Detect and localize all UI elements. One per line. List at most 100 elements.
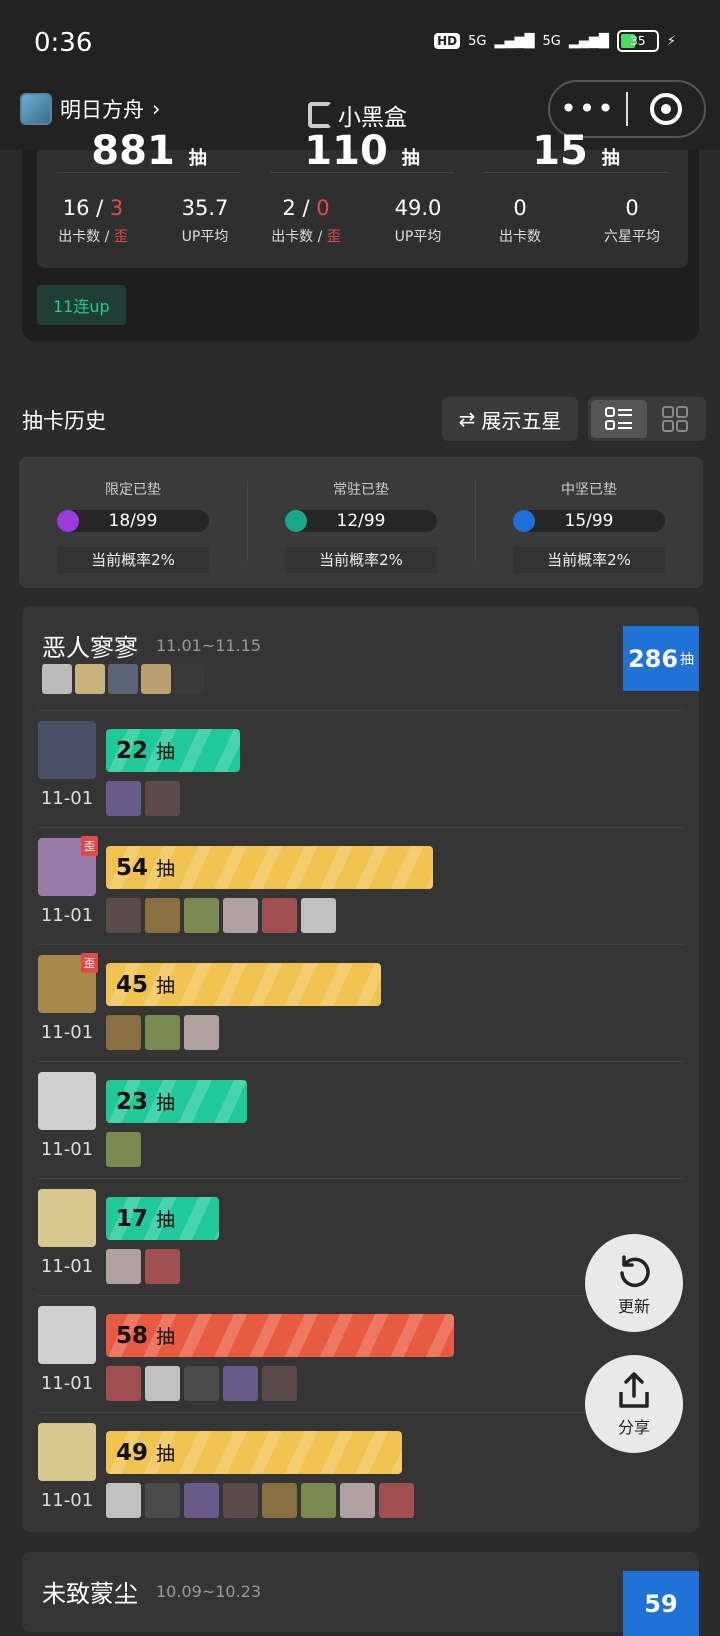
show-five-star-button[interactable]: ⇄ 展示五星: [442, 397, 578, 441]
refresh-icon: [620, 1255, 650, 1288]
operator-avatar: 歪: [38, 953, 98, 1013]
operator-avatar: [145, 781, 180, 816]
operator-avatar: [145, 898, 180, 933]
operator-avatar: [106, 781, 141, 816]
pull-row[interactable]: 11-01 22 抽: [38, 710, 683, 827]
tag-11-up[interactable]: 11连up: [37, 285, 126, 325]
pull-row[interactable]: 11-01 49 抽: [38, 1412, 683, 1529]
grid-view-icon[interactable]: [647, 400, 703, 438]
app-switcher[interactable]: 明日方舟 ›: [20, 93, 160, 125]
pull-row[interactable]: 歪 11-01 45 抽: [38, 944, 683, 1061]
more-icon[interactable]: •••: [550, 95, 626, 123]
pull-count-bar: 17 抽: [106, 1197, 219, 1240]
pull-count-bar: 22 抽: [106, 729, 240, 772]
operator-avatar: [184, 1366, 219, 1401]
five-star-list: [106, 1249, 180, 1284]
view-toggle: [588, 397, 706, 441]
banner-date: 10.09~10.23: [156, 1582, 262, 1601]
banner-card-2[interactable]: 未致蒙尘 10.09~10.23 59: [22, 1552, 699, 1636]
operator-avatar: [106, 1483, 141, 1518]
signal-icon-2: ▂▄▆█: [568, 33, 609, 49]
operator-avatar: [106, 1366, 141, 1401]
app-name: 明日方舟: [60, 98, 144, 122]
refresh-button[interactable]: 更新: [585, 1234, 683, 1332]
banner-name: 恶人寥寥: [42, 634, 138, 662]
stat-cards: 2 / 0 出卡数 / 歪: [271, 196, 341, 245]
share-button[interactable]: 分享: [585, 1355, 683, 1453]
operator-avatar: [38, 1423, 96, 1481]
off-banner-badge: 歪: [81, 953, 98, 973]
operator-avatar: [223, 1483, 258, 1518]
pull-count-bar: 54 抽: [106, 846, 433, 889]
banner-name: 未致蒙尘: [42, 1580, 138, 1608]
off-banner-badge: 歪: [81, 836, 98, 856]
five-star-list: [106, 781, 180, 816]
stat-avg: 49.0 UP平均: [394, 196, 442, 245]
status-bar: 0:36 HD 5G ▂▄▆█ 5G ▂▄▆█ 35 ⚡: [0, 0, 720, 80]
operator-avatar: [75, 664, 105, 694]
history-title: 抽卡历史: [22, 409, 106, 433]
five-star-list: [106, 898, 336, 933]
banner-total-badge: 286 抽: [623, 626, 699, 691]
pull-date: 11-01: [40, 905, 94, 926]
brand-logo-icon: [308, 102, 332, 128]
stat-total: 110 抽: [304, 128, 420, 174]
operator-avatar: [106, 1132, 141, 1167]
operator-avatar: [145, 1015, 180, 1050]
five-star-list: [106, 1015, 219, 1050]
hd-icon: HD: [434, 33, 461, 49]
operator-avatar: [145, 1483, 180, 1518]
stat-total: 881 抽: [91, 128, 207, 174]
operator-avatar: [262, 1366, 297, 1401]
stat-standard: 110 抽 2 / 0 出卡数 / 歪 49.0 UP平均: [250, 128, 474, 268]
banner-operators: [42, 664, 204, 694]
stat-avg: 35.7 UP平均: [181, 196, 229, 245]
operator-avatar: [184, 898, 219, 933]
chevron-right-icon: ›: [152, 97, 161, 121]
operator-avatar: [174, 664, 204, 694]
pull-date: 11-01: [40, 1022, 94, 1043]
pull-count-bar: 45 抽: [106, 963, 381, 1006]
charging-icon: ⚡: [666, 33, 676, 49]
banner-total-badge: 59: [623, 1571, 699, 1636]
swap-icon: ⇄: [458, 407, 476, 431]
operator-avatar: [38, 1306, 96, 1364]
pull-row[interactable]: 11-01 23 抽: [38, 1061, 683, 1178]
pull-count-bar: 58 抽: [106, 1314, 454, 1357]
pity-core: 中坚已垫 15/99 当前概率2%: [475, 457, 703, 588]
brand-title: 小黑盒: [308, 98, 407, 132]
pity-standard: 常驻已垫 12/99 当前概率2%: [247, 457, 475, 588]
operator-avatar: [38, 1189, 96, 1247]
network-5g-label: 5G: [468, 33, 487, 49]
signal-icon: ▂▄▆█: [494, 33, 535, 49]
clock: 0:36: [34, 28, 93, 58]
operator-avatar: [223, 898, 258, 933]
five-star-list: [106, 1483, 414, 1518]
operator-avatar: [106, 1249, 141, 1284]
status-icons: HD 5G ▂▄▆█ 5G ▂▄▆█ 35 ⚡: [434, 30, 676, 52]
pull-row[interactable]: 歪 11-01 54 抽: [38, 827, 683, 944]
pull-date: 11-01: [40, 1139, 94, 1160]
operator-avatar: [106, 1015, 141, 1050]
battery-icon: 35: [616, 30, 659, 52]
stat-limited: 881 抽 16 / 3 出卡数 / 歪 35.7 UP平均: [37, 128, 261, 268]
network-5g-label-2: 5G: [542, 33, 561, 49]
stat-avg: 0 六星平均: [604, 196, 660, 245]
stat-core: 15 抽 0 出卡数 0 六星平均: [464, 128, 688, 268]
share-icon: [619, 1372, 649, 1408]
operator-avatar: [379, 1483, 414, 1518]
close-miniapp-icon[interactable]: [628, 93, 704, 125]
app-logo-icon: [20, 93, 52, 125]
list-view-icon[interactable]: [591, 400, 647, 438]
operator-avatar: [141, 664, 171, 694]
operator-avatar: [38, 721, 96, 779]
operator-avatar: [262, 1483, 297, 1518]
operator-avatar: [184, 1015, 219, 1050]
pull-date: 11-01: [40, 1256, 94, 1277]
pity-progress: 12/99: [285, 510, 437, 532]
stat-total: 15 抽: [532, 128, 620, 174]
operator-avatar: [262, 898, 297, 933]
banner-date: 11.01~11.15: [156, 636, 262, 655]
operator-avatar: [145, 1249, 180, 1284]
operator-avatar: [145, 1366, 180, 1401]
